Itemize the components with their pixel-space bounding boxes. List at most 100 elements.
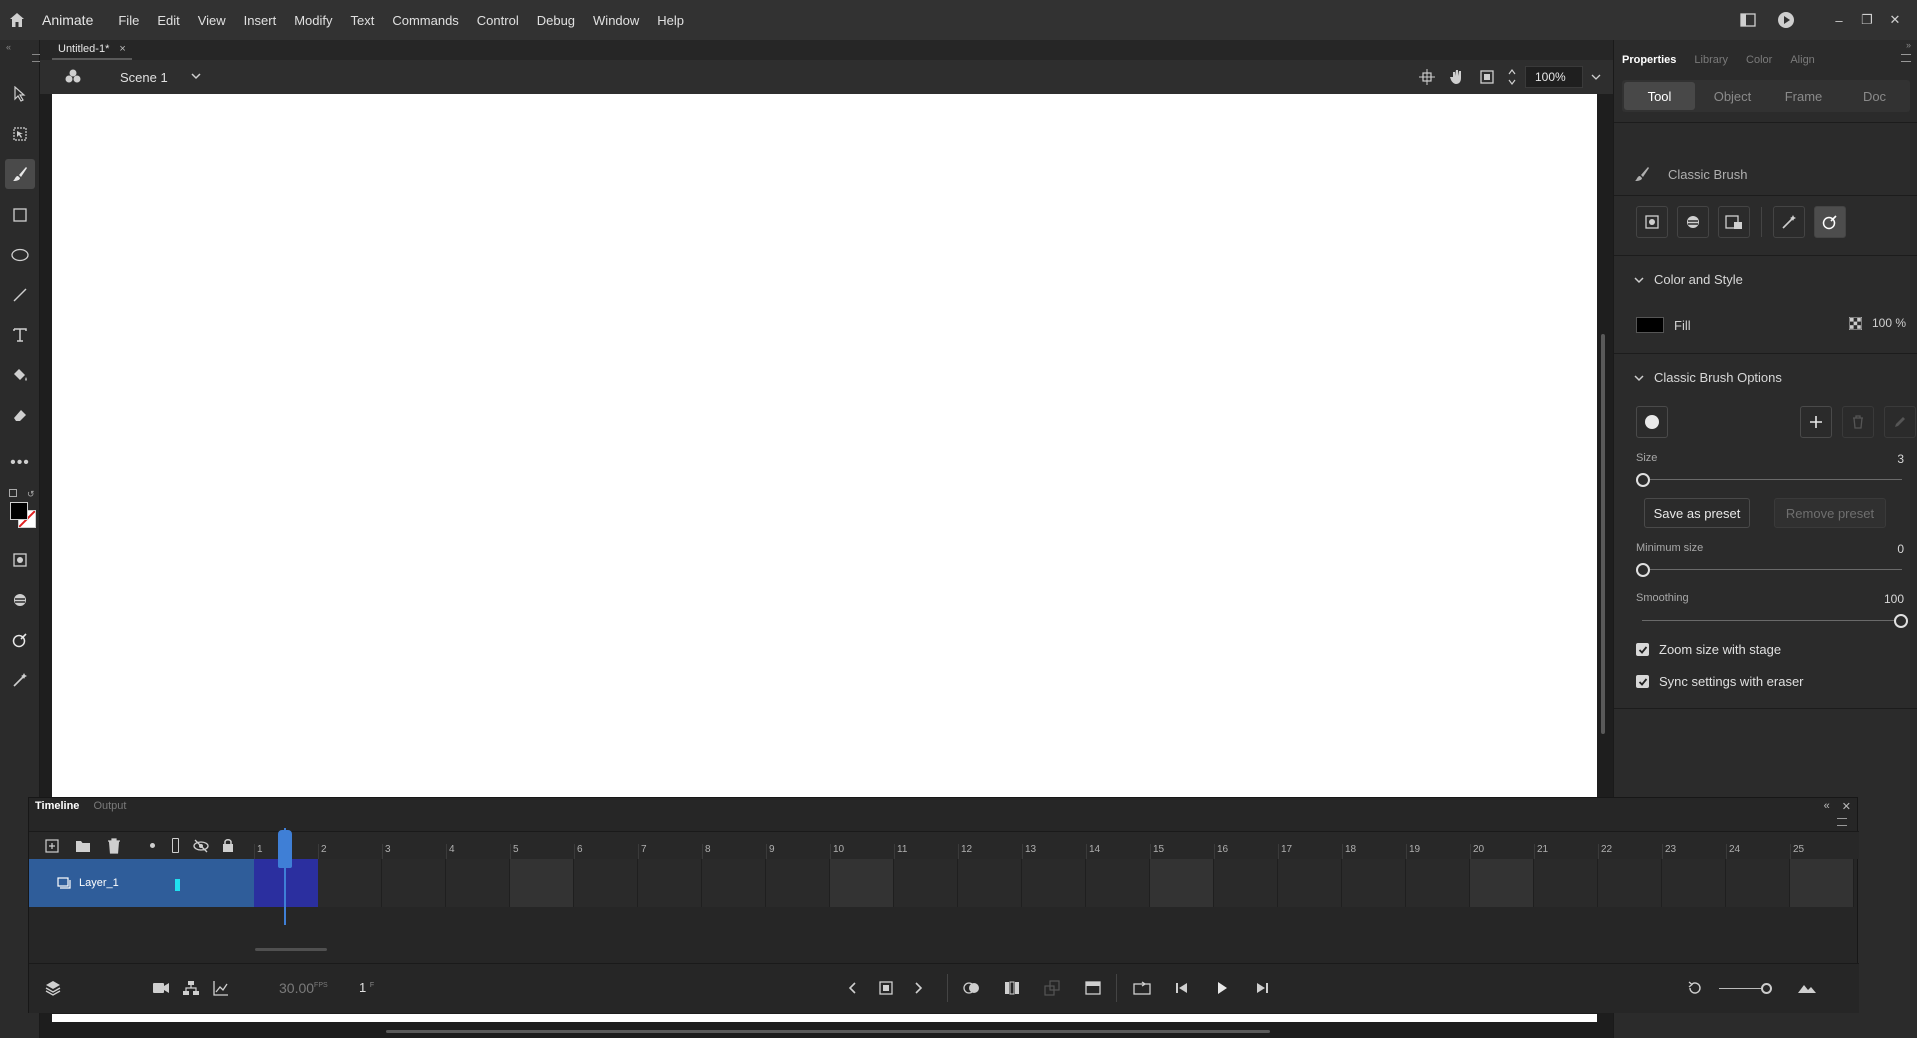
frame-cell[interactable]: [702, 859, 766, 907]
subtab-object[interactable]: Object: [1697, 80, 1768, 112]
timeline-zoom-track[interactable]: [1719, 988, 1765, 989]
frame-number[interactable]: 17: [1278, 844, 1292, 860]
brush-mode-button[interactable]: [1677, 206, 1709, 238]
frame-number[interactable]: 10: [830, 844, 844, 860]
frame-number[interactable]: 3: [382, 844, 391, 860]
clip-content-button[interactable]: [1475, 65, 1499, 89]
scene-dropdown[interactable]: [190, 70, 202, 85]
slider-knob[interactable]: [1894, 614, 1908, 628]
add-brush-button[interactable]: [1800, 406, 1832, 438]
eraser-tool[interactable]: [5, 400, 35, 430]
insert-frame-button[interactable]: [1081, 976, 1105, 1000]
menu-view[interactable]: View: [189, 13, 235, 28]
subtab-doc[interactable]: Doc: [1839, 80, 1910, 112]
remove-preset-button[interactable]: Remove preset: [1774, 498, 1886, 528]
frame-number[interactable]: 8: [702, 844, 711, 860]
more-tools-button[interactable]: •••: [5, 448, 35, 478]
paint-bucket-tool[interactable]: [5, 360, 35, 390]
subtab-frame[interactable]: Frame: [1768, 80, 1839, 112]
tilt-button[interactable]: [1773, 206, 1805, 238]
delete-layer-button[interactable]: [107, 838, 121, 857]
stage-canvas[interactable]: [52, 94, 1597, 797]
menu-window[interactable]: Window: [584, 13, 648, 28]
frame-cell[interactable]: [1406, 859, 1470, 907]
frame-cell[interactable]: [1278, 859, 1342, 907]
min-size-value[interactable]: 0: [1897, 542, 1904, 556]
swap-colors-icon[interactable]: ↺: [27, 489, 35, 500]
frame-number[interactable]: 15: [1150, 844, 1164, 860]
minimize-button[interactable]: –: [1825, 10, 1853, 30]
delete-brush-button[interactable]: [1842, 406, 1874, 438]
frame-number[interactable]: 1: [254, 844, 263, 860]
menu-control[interactable]: Control: [468, 13, 528, 28]
close-tab-icon[interactable]: ×: [119, 43, 125, 55]
close-window-button[interactable]: ✕: [1881, 10, 1909, 30]
zoom-input[interactable]: 100%: [1525, 66, 1583, 88]
zoom-dropdown[interactable]: [1589, 65, 1603, 89]
new-folder-button[interactable]: [75, 839, 91, 856]
alpha-value[interactable]: 100 %: [1872, 316, 1906, 330]
brush-mode-tool[interactable]: [5, 585, 35, 615]
slider-knob[interactable]: [1636, 473, 1650, 487]
frame-cell[interactable]: [1790, 859, 1854, 907]
frame-number[interactable]: 19: [1406, 844, 1420, 860]
frame-number[interactable]: 21: [1534, 844, 1548, 860]
timeline-zoom-knob[interactable]: [1761, 983, 1772, 994]
tab-color[interactable]: Color: [1738, 54, 1782, 66]
frame-number[interactable]: 4: [446, 844, 455, 860]
min-size-slider[interactable]: [1636, 562, 1908, 578]
smoothing-slider[interactable]: [1636, 613, 1908, 629]
new-layer-button[interactable]: [45, 839, 59, 856]
hide-layers-button[interactable]: [193, 839, 209, 856]
frame-cell[interactable]: [1342, 859, 1406, 907]
frame-cell[interactable]: [1022, 859, 1086, 907]
graph-button[interactable]: [209, 976, 233, 1000]
fps-display[interactable]: 30.00FPS: [279, 980, 328, 996]
oval-tool[interactable]: [5, 240, 35, 270]
frame-cell[interactable]: [1598, 859, 1662, 907]
rectangle-tool[interactable]: [5, 200, 35, 230]
menu-edit[interactable]: Edit: [148, 13, 188, 28]
workspace-layout-button[interactable]: [1729, 0, 1767, 40]
frame-cell[interactable]: [1662, 859, 1726, 907]
frame-number[interactable]: 2: [318, 844, 327, 860]
collapse-toolbar-icon[interactable]: «: [6, 42, 11, 52]
timeline-horizontal-scrollbar[interactable]: [255, 948, 327, 951]
snap-button[interactable]: [1415, 65, 1439, 89]
brush-options-header[interactable]: Classic Brush Options: [1634, 370, 1782, 385]
menu-insert[interactable]: Insert: [235, 13, 286, 28]
frame-number[interactable]: 12: [958, 844, 972, 860]
brush-shape-button[interactable]: [1636, 406, 1668, 438]
menu-file[interactable]: File: [109, 13, 148, 28]
frame-cell[interactable]: [958, 859, 1022, 907]
color-style-header[interactable]: Color and Style: [1634, 272, 1743, 287]
step-forward-button[interactable]: [1250, 976, 1274, 1000]
frame-number[interactable]: 11: [894, 844, 907, 860]
frame-cell[interactable]: [1534, 859, 1598, 907]
pressure-button[interactable]: [1814, 206, 1846, 238]
timeline-menu-icon[interactable]: [1837, 818, 1847, 826]
frame-cell[interactable]: [382, 859, 446, 907]
current-frame-display[interactable]: 1 F: [359, 980, 374, 995]
tab-align[interactable]: Align: [1782, 54, 1824, 66]
collapse-panel-icon[interactable]: »: [1906, 40, 1911, 50]
center-frame-button[interactable]: [1683, 976, 1707, 1000]
frame-number[interactable]: 24: [1726, 844, 1740, 860]
frame-cell[interactable]: [318, 859, 382, 907]
tab-library[interactable]: Library: [1686, 54, 1738, 66]
frame-number[interactable]: 9: [766, 844, 775, 860]
frame-number[interactable]: 13: [1022, 844, 1036, 860]
previous-keyframe-button[interactable]: [841, 976, 865, 1000]
frame-number[interactable]: 6: [574, 844, 583, 860]
play-button[interactable]: [1210, 976, 1234, 1000]
tab-output[interactable]: Output: [93, 800, 126, 816]
timeline-zoom-max-button[interactable]: [1795, 976, 1819, 1000]
tab-properties[interactable]: Properties: [1614, 54, 1686, 66]
menu-commands[interactable]: Commands: [383, 13, 467, 28]
lock-layers-button[interactable]: [222, 838, 234, 856]
edit-multiple-frames-button[interactable]: [1000, 976, 1024, 1000]
free-transform-tool[interactable]: [5, 119, 35, 149]
outline-layers-icon[interactable]: [172, 838, 179, 853]
onion-skin-button[interactable]: [960, 976, 984, 1000]
frame-number[interactable]: 20: [1470, 844, 1484, 860]
